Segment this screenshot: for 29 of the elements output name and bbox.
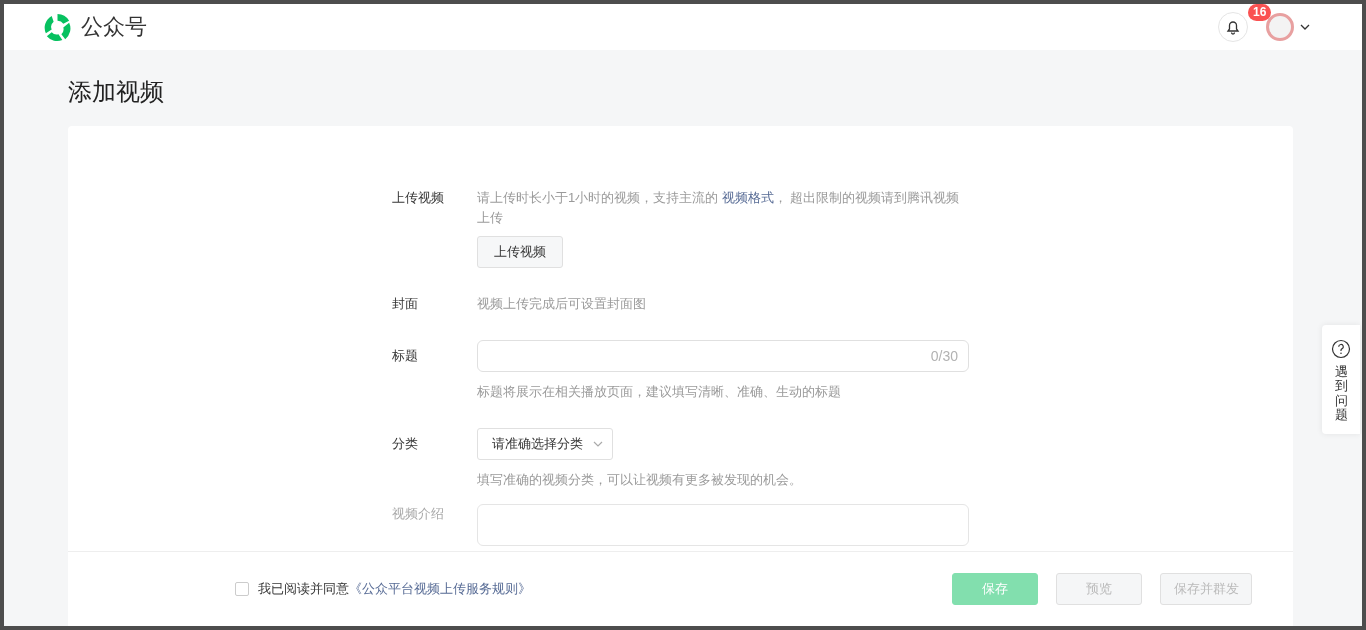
category-hint: 填写准确的视频分类，可以让视频有更多被发现的机会。	[477, 471, 803, 489]
field-label: 视频介绍	[392, 505, 445, 523]
char-counter: 0/30	[930, 347, 958, 366]
help-button[interactable]: 遇到问题	[1334, 365, 1348, 423]
field-label: 封面	[392, 295, 419, 313]
notification-badge: 16	[1248, 4, 1272, 21]
agreement-text: 我已阅读并同意《公众平台视频上传服务规则》	[258, 580, 531, 598]
field-label: 分类	[392, 435, 419, 453]
field-label: 上传视频	[392, 189, 445, 207]
format-link[interactable]: 视频格式	[721, 190, 774, 205]
rules-link[interactable]: 《公众平台视频上传服务规则》	[349, 581, 531, 596]
category-dropdown[interactable]: 请准确选择分类	[477, 428, 613, 460]
field-label: 标题	[392, 347, 419, 365]
logo-icon	[42, 11, 73, 43]
page-title: 添加视频	[68, 77, 165, 107]
bell-icon	[1225, 19, 1241, 35]
caret-icon[interactable]	[1300, 24, 1310, 30]
upload-button[interactable]: 上传视频	[477, 236, 563, 268]
dropdown-value: 请准确选择分类	[492, 435, 583, 453]
help-icon	[1331, 339, 1351, 359]
agree-checkbox[interactable]	[235, 582, 249, 596]
title-hint: 标题将展示在相关播放页面，建议填写清晰、准确、生动的标题	[477, 383, 842, 401]
logo-text: 公众号	[81, 13, 147, 41]
chevron-icon	[593, 441, 603, 447]
cover-hint: 视频上传完成后可设置封面图	[477, 295, 647, 313]
avatar[interactable]	[1266, 13, 1294, 41]
upload-hint: 请上传时长小于1小时的视频，支持主流的 视频格式， 超出限制的视频请到腾讯视频上传	[477, 189, 961, 227]
notification-button[interactable]	[1218, 12, 1248, 42]
description-field[interactable]	[477, 504, 969, 546]
